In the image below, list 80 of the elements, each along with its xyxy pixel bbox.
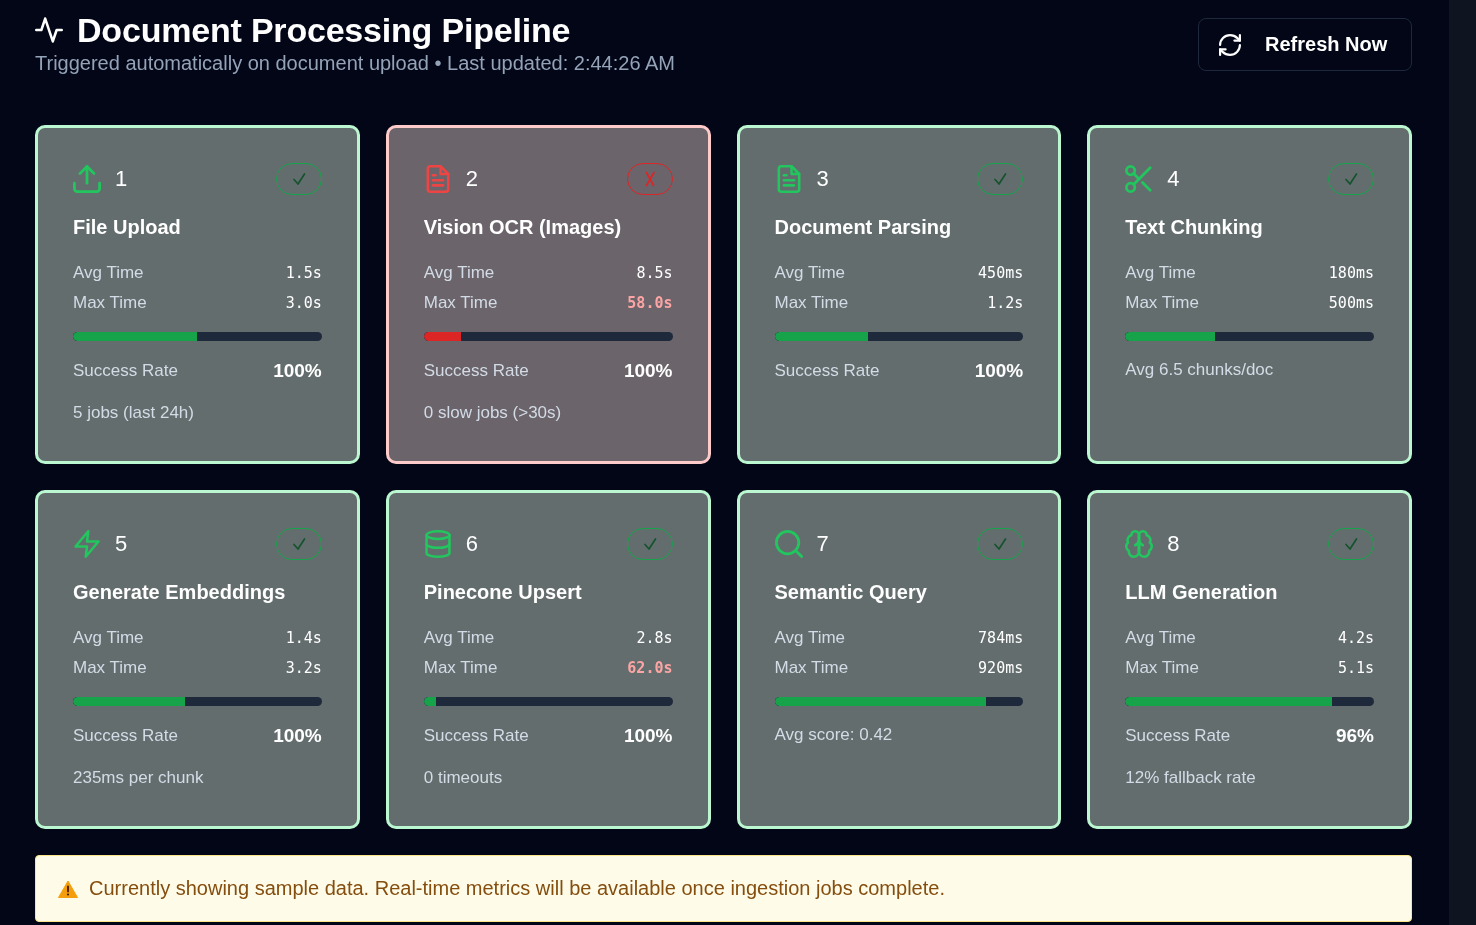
- stage-note: 12% fallback rate: [1125, 767, 1257, 789]
- metric-label: Max Time: [1125, 658, 1199, 678]
- metric-label: Avg Time: [1125, 628, 1196, 648]
- metric-value: 62.0s: [627, 659, 673, 677]
- success-rate-value: 100%: [974, 360, 1024, 382]
- warning-icon: [58, 879, 78, 898]
- stage-title: LLM Generation: [1125, 580, 1279, 605]
- stage-title: Text Chunking: [1125, 215, 1264, 240]
- stage-number: 3: [816, 166, 829, 192]
- stage-number: 2: [465, 166, 478, 192]
- scissors-icon: [1125, 165, 1154, 193]
- database-icon: [423, 530, 452, 558]
- metric-value: 500ms: [1328, 294, 1374, 312]
- metric-value: 784ms: [978, 629, 1024, 647]
- stage-note: 5 jobs (last 24h): [73, 402, 195, 424]
- stage-title: File Upload: [73, 215, 182, 240]
- metric-value: 5.1s: [1337, 659, 1374, 677]
- metric-label: Avg Time: [423, 263, 495, 283]
- stage-note: Avg score: 0.42: [774, 724, 894, 746]
- metric-label: Avg Time: [423, 628, 495, 648]
- stage-number: 4: [1167, 166, 1180, 192]
- success-rate-value: 100%: [623, 725, 673, 747]
- metric-label: Avg Time: [774, 628, 846, 648]
- stage-title: Semantic Query: [774, 580, 928, 605]
- stage-note: 0 slow jobs (>30s): [423, 402, 563, 424]
- metric-label: Avg Time: [774, 263, 846, 283]
- stage-title: Document Parsing: [774, 215, 953, 240]
- stage-number: 1: [115, 166, 128, 192]
- stage-number: 7: [816, 531, 829, 557]
- success-rate-value: 96%: [1335, 725, 1374, 747]
- metric-label: Max Time: [423, 658, 498, 678]
- metric-value: 2.8s: [636, 629, 673, 647]
- stage-note: 235ms per chunk: [73, 767, 205, 789]
- metric-value: 8.5s: [636, 264, 673, 282]
- search-icon: [774, 530, 803, 558]
- success-rate-label: Success Rate: [423, 361, 529, 381]
- success-rate-label: Success Rate: [1125, 726, 1231, 746]
- stage-title: Generate Embeddings: [73, 580, 287, 605]
- metric-value: 180ms: [1328, 264, 1374, 282]
- metric-label: Avg Time: [73, 263, 144, 283]
- metric-label: Max Time: [774, 293, 849, 313]
- metric-value: 450ms: [978, 264, 1024, 282]
- success-rate-label: Success Rate: [73, 361, 178, 381]
- activity-icon: [35, 17, 63, 43]
- metric-value: 3.2s: [285, 659, 322, 677]
- metric-value: 58.0s: [627, 294, 673, 312]
- stage-note: Avg 6.5 chunks/doc: [1125, 359, 1275, 381]
- stage-title: Vision OCR (Images): [423, 215, 623, 240]
- metric-label: Avg Time: [73, 628, 144, 648]
- metric-value: 1.2s: [987, 294, 1024, 312]
- refresh-button[interactable]: Refresh Now: [1198, 18, 1412, 71]
- metric-label: Max Time: [73, 658, 147, 678]
- success-rate-value: 100%: [623, 360, 673, 382]
- metric-label: Max Time: [423, 293, 498, 313]
- metric-label: Avg Time: [1125, 263, 1196, 283]
- lightning-icon: [73, 530, 101, 558]
- page-title: Document Processing Pipeline: [77, 10, 571, 50]
- success-rate-label: Success Rate: [774, 361, 880, 381]
- metric-label: Max Time: [1125, 293, 1199, 313]
- stage-number: 5: [115, 531, 128, 557]
- metric-value: 3.0s: [285, 294, 322, 312]
- warning-text: Currently showing sample data. Real-time metrics will be available once ingestion jobs complete.: [89, 877, 945, 900]
- metric-value: 1.5s: [285, 264, 322, 282]
- success-rate-value: 100%: [273, 725, 322, 747]
- stage-number: 6: [465, 531, 478, 557]
- metric-label: Max Time: [774, 658, 849, 678]
- stage-number: 8: [1167, 531, 1180, 557]
- page-subtitle: Triggered automatically on document upload • Last updated: 2:44:26 AM: [35, 51, 675, 75]
- success-rate-label: Success Rate: [423, 726, 529, 746]
- brain-icon: [1125, 530, 1154, 558]
- stage-note: 0 timeouts: [423, 767, 504, 789]
- refresh-icon: [1219, 33, 1241, 56]
- metric-value: 920ms: [978, 659, 1024, 677]
- success-rate-label: Success Rate: [73, 726, 178, 746]
- metric-value: 1.4s: [285, 629, 322, 647]
- stage-title: Pinecone Upsert: [423, 580, 583, 605]
- success-rate-value: 100%: [273, 360, 322, 382]
- metric-label: Max Time: [73, 293, 147, 313]
- metric-value: 4.2s: [1337, 629, 1374, 647]
- upload-icon: [73, 165, 101, 193]
